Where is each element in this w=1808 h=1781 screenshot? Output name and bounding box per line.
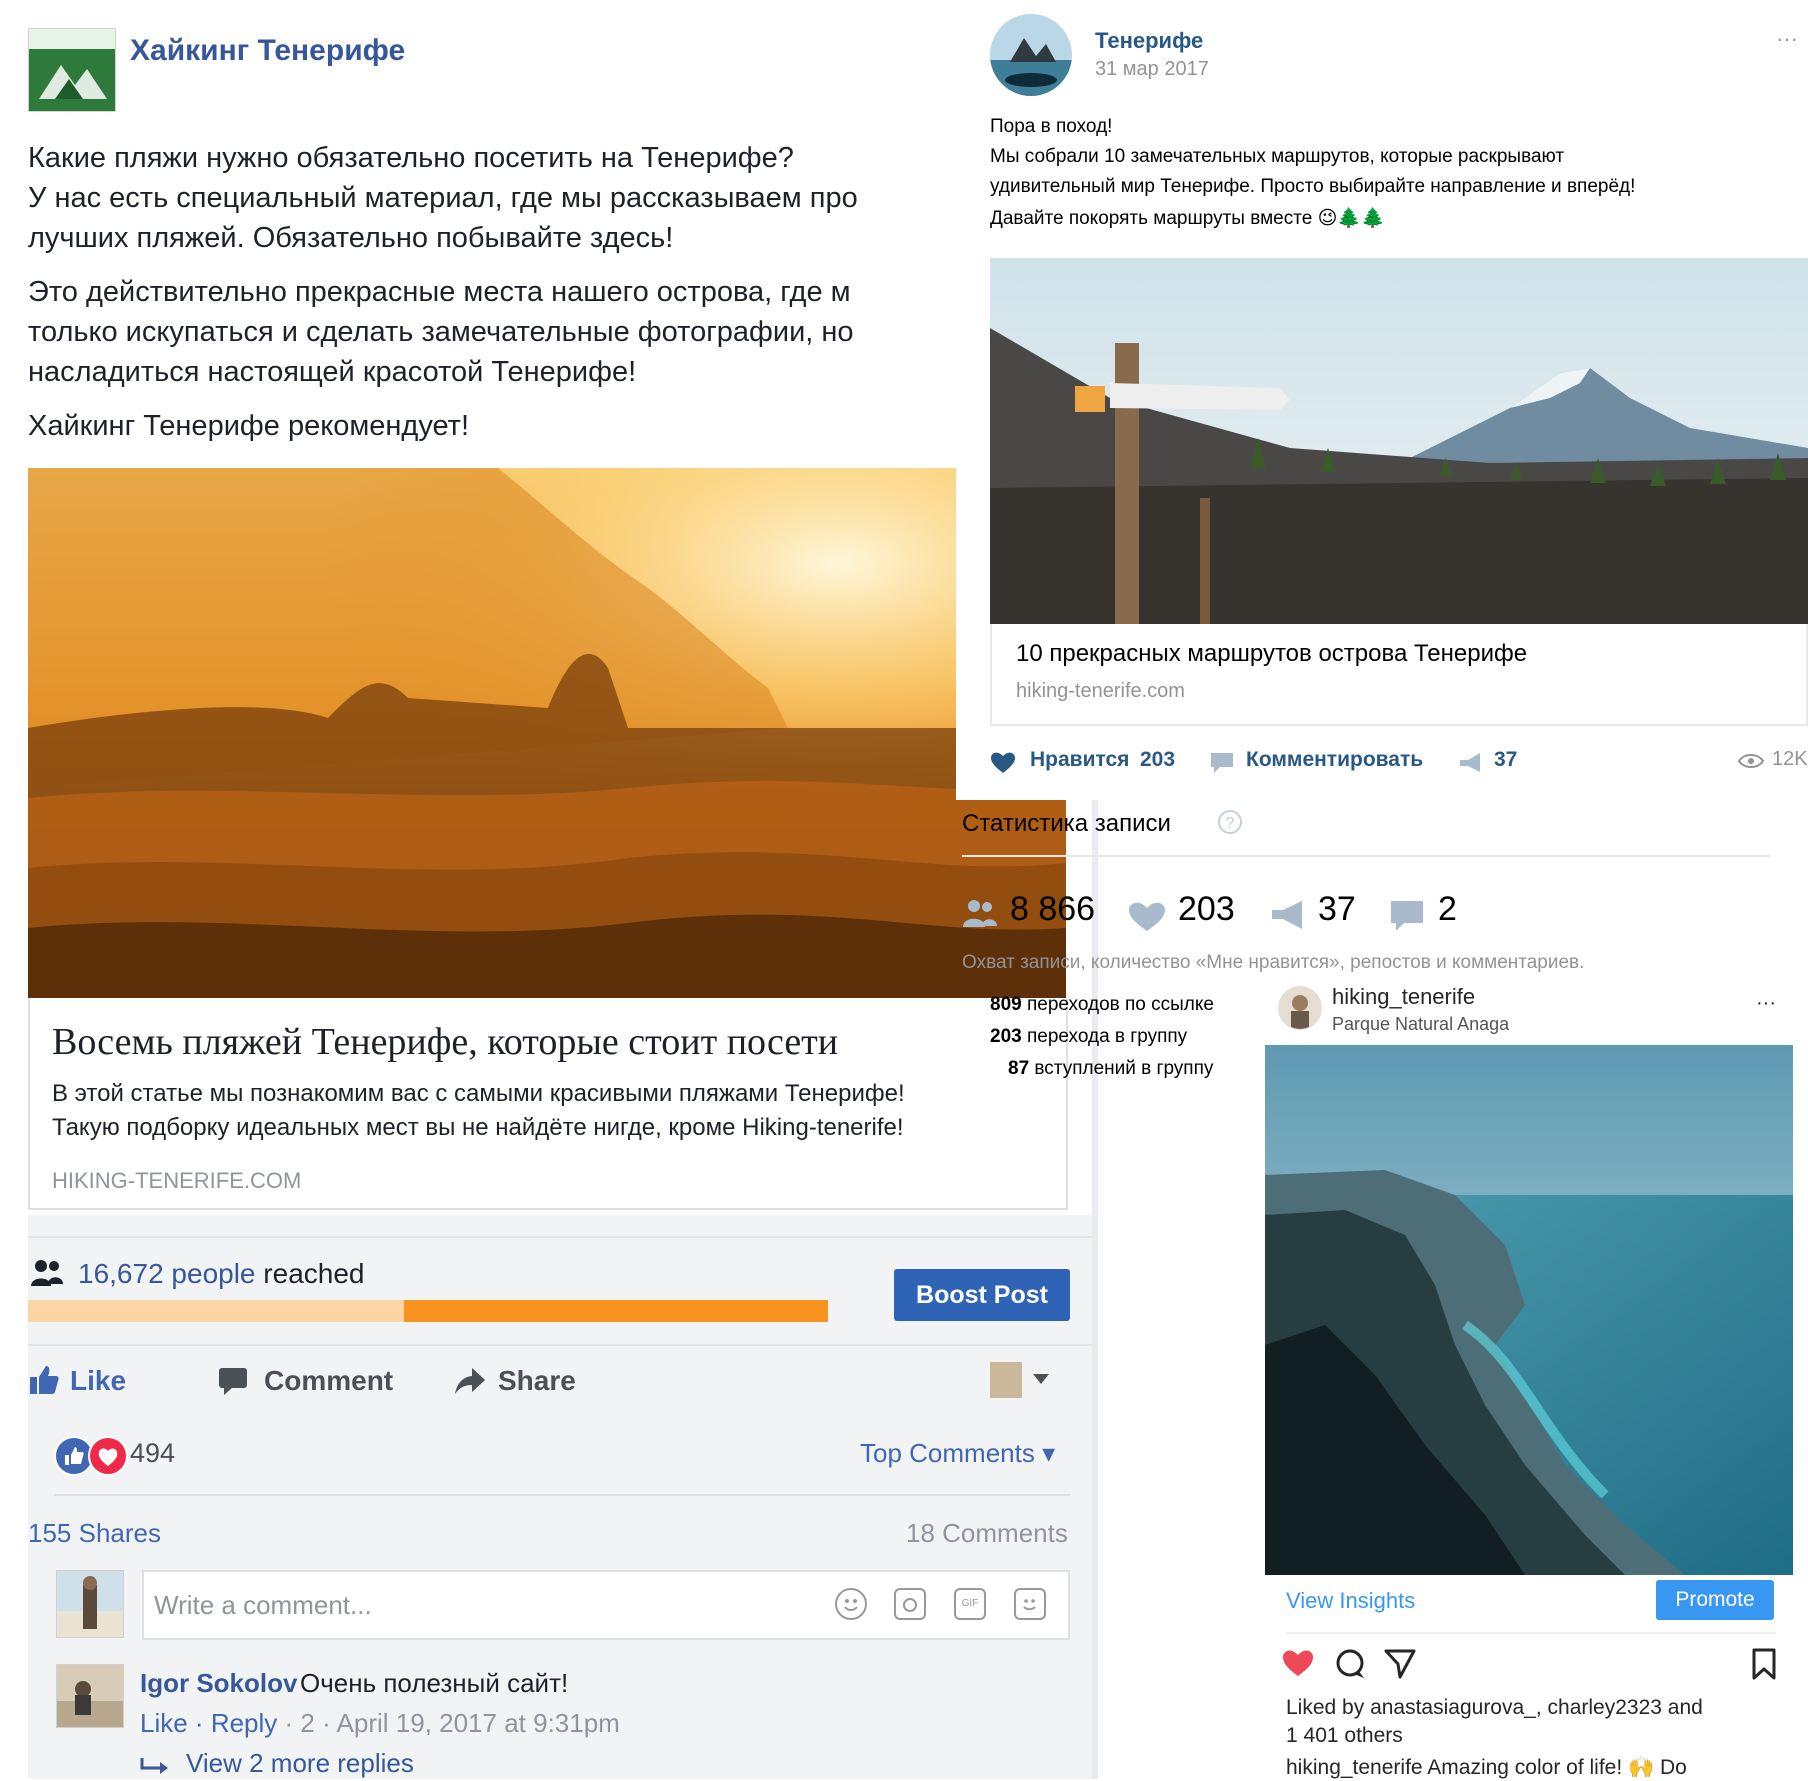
view-insights-link[interactable]: View Insights <box>1286 1588 1415 1614</box>
commenter-avatar[interactable] <box>56 1664 124 1728</box>
post-text-line: только искупаться и сделать замечательны… <box>28 316 854 348</box>
trail-signpost-photo[interactable] <box>990 258 1808 624</box>
camera-icon[interactable] <box>894 1588 926 1620</box>
comment-meta: Like · Reply · 2 · April 19, 2017 at 9:3… <box>140 1708 620 1738</box>
vk-stats-note: Охват записи, количество «Мне нравится»,… <box>962 952 1585 973</box>
comment-bubble-icon <box>1210 752 1234 779</box>
comment-placeholder: Write a comment... <box>154 1590 372 1620</box>
reach-people-link[interactable]: 16,672 people <box>78 1258 256 1289</box>
comment-text: Очень полезный сайт! <box>300 1668 569 1698</box>
vk-link-title[interactable]: 10 прекрасных маршрутов острова Тенерифе <box>1016 640 1527 668</box>
vk-post-text-line: удивительный мир Тенерифе. Просто выбира… <box>990 176 1636 197</box>
more-options-icon[interactable]: ··· <box>1756 992 1776 1015</box>
liked-users-link[interactable]: anastasiagurova_, charley2323 <box>1370 1696 1662 1719</box>
reach-bar <box>28 1300 828 1322</box>
comment-author-link[interactable]: Igor Sokolov <box>140 1668 297 1699</box>
vk-stat-comments: 2 <box>1438 890 1457 928</box>
avatar <box>990 1362 1022 1398</box>
page-name-link[interactable]: Хайкинг Тенерифе <box>130 34 405 68</box>
people-icon <box>962 898 998 933</box>
reaction-count[interactable]: 494 <box>130 1438 175 1469</box>
instagram-avatar[interactable] <box>1278 986 1322 1030</box>
comments-count[interactable]: 18 Comments <box>906 1518 1068 1549</box>
vk-stat-reposts: 37 <box>1318 890 1356 928</box>
vk-link-domain: hiking-tenerife.com <box>1016 680 1185 702</box>
reach-bar-organic <box>28 1300 404 1322</box>
vk-stat-line: 203 перехода в группу <box>990 1026 1188 1047</box>
promote-button[interactable]: Promote <box>1656 1580 1774 1620</box>
beach-sunset-photo[interactable] <box>28 468 1066 998</box>
instagram-username[interactable]: hiking_tenerife <box>1332 984 1475 1010</box>
page-logo[interactable] <box>28 28 116 112</box>
vk-group-avatar[interactable] <box>990 14 1072 96</box>
link-description: В этой статье мы познакомим вас с самыми… <box>52 1080 905 1107</box>
love-reaction-icon[interactable] <box>88 1436 128 1476</box>
thumbs-up-icon <box>28 1364 60 1401</box>
people-icon <box>30 1258 64 1293</box>
link-domain: HIKING-TENERIFE.COM <box>52 1168 302 1193</box>
heart-icon[interactable] <box>1282 1648 1314 1683</box>
post-text-line: Хайкинг Тенерифе рекомендует! <box>28 410 470 442</box>
top-comments-dropdown[interactable]: Top Comments ▾ <box>860 1438 1055 1469</box>
help-icon[interactable]: ? <box>1218 810 1242 834</box>
heart-icon <box>990 750 1016 779</box>
reach-bar-paid <box>404 1300 828 1322</box>
vk-post-date[interactable]: 31 мар 2017 <box>1095 58 1209 81</box>
post-text-line: лучших пляжей. Обязательно побывайте зде… <box>28 222 674 254</box>
comment-bubble-icon <box>1390 900 1424 937</box>
post-text-line: Это действительно прекрасные места нашег… <box>28 276 851 308</box>
vk-stat-likes: 203 <box>1178 890 1235 928</box>
link-title[interactable]: Восемь пляжей Тенерифе, которые стоит по… <box>52 1020 1072 1064</box>
shares-count[interactable]: 155 Shares <box>28 1518 161 1549</box>
spacer <box>1252 985 1262 1085</box>
coastline-photo[interactable] <box>1265 1045 1793 1575</box>
megaphone-icon <box>1458 752 1484 779</box>
current-user-avatar[interactable] <box>56 1570 124 1638</box>
vk-stat-reach: 8 866 <box>1010 890 1096 928</box>
vk-post-text-line: Пора в поход! <box>990 116 1113 137</box>
liked-by-text: Liked by anastasiagurova_, charley2323 a… <box>1286 1696 1703 1747</box>
gif-icon[interactable]: GIF <box>954 1588 986 1620</box>
divider <box>962 855 1770 857</box>
chevron-down-icon <box>1032 1372 1050 1390</box>
reach-summary: 16,672 people reached <box>78 1258 365 1289</box>
send-icon[interactable] <box>1384 1648 1416 1685</box>
sticker-icon[interactable] <box>1014 1588 1046 1620</box>
post-as-selector[interactable] <box>990 1362 1050 1402</box>
vk-stats-title: Статистика записи <box>962 810 1171 837</box>
divider <box>54 1494 1070 1496</box>
eye-icon <box>1737 752 1765 775</box>
vk-post-text-line: Давайте покорять маршруты вместе 😉🌲🌲 <box>990 208 1385 229</box>
instagram-location[interactable]: Parque Natural Anaga <box>1332 1014 1509 1035</box>
vk-stat-line: 87 вступлений в группу <box>1008 1058 1214 1079</box>
megaphone-icon <box>1270 900 1306 935</box>
post-text-line: У нас есть специальный материал, где мы … <box>28 182 858 214</box>
divider <box>28 1344 1092 1346</box>
comment-icon[interactable] <box>1334 1648 1366 1685</box>
view-more-replies-link[interactable]: View 2 more replies <box>186 1748 414 1779</box>
divider <box>1286 1632 1776 1634</box>
divider <box>28 1236 1092 1238</box>
comment-like-link[interactable]: Like <box>140 1708 188 1738</box>
post-text-line: Какие пляжи нужно обязательно посетить н… <box>28 142 794 174</box>
vk-post-text-line: Мы собрали 10 замечательных маршрутов, к… <box>990 146 1565 167</box>
vk-group-name[interactable]: Тенерифе <box>1095 28 1203 54</box>
comment-reply-link[interactable]: Reply <box>211 1708 277 1738</box>
reply-arrow-icon <box>140 1756 170 1781</box>
more-options-icon[interactable]: ··· <box>1776 26 1798 52</box>
link-description: Такую подборку идеальных мест вы не найд… <box>52 1114 904 1141</box>
boost-post-button[interactable]: Boost Post <box>894 1269 1070 1321</box>
instagram-caption: hiking_tenerife Amazing color of life! 🙌… <box>1286 1756 1687 1779</box>
comment-bubble-icon <box>218 1366 248 1401</box>
emoji-icon[interactable] <box>835 1588 867 1620</box>
share-arrow-icon <box>454 1366 486 1401</box>
vk-stat-line: 809 переходов по ссылке <box>990 994 1214 1015</box>
bookmark-icon[interactable] <box>1752 1648 1776 1685</box>
comment-meta-text: · 2 · April 19, 2017 at 9:31pm <box>277 1708 620 1738</box>
heart-icon <box>1128 900 1166 937</box>
post-text-line: насладиться настоящей красотой Тенерифе! <box>28 356 637 388</box>
